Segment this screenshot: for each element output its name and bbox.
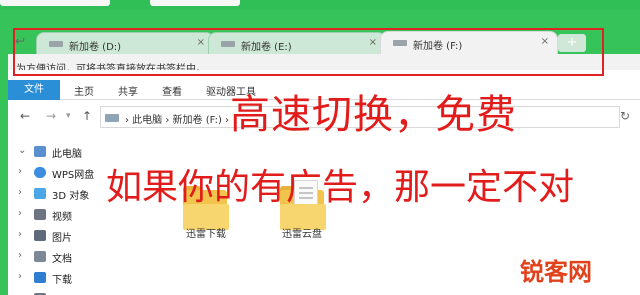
chevron-down-icon[interactable]: ⌄ [18, 145, 26, 156]
forward-button[interactable]: → [46, 109, 56, 123]
sidebar-item-pictures[interactable]: › 图片 [8, 226, 128, 246]
promo-subline: 如果你的有广告，那一定不对 [106, 167, 575, 208]
file-name[interactable]: 迅雷下载 [186, 225, 226, 240]
chevron-right-icon[interactable]: › [18, 229, 22, 240]
sidebar-item-label: 此电脑 [52, 149, 82, 160]
cloud-icon [34, 167, 46, 178]
screenshot-root: ↩ 新加卷 (D:) × 新加卷 (E:) × 新加卷 (F:) × + 为方便… [0, 0, 640, 295]
sidebar-item-label: 图片 [52, 233, 72, 244]
chevron-down-icon[interactable]: ▾ [66, 111, 71, 121]
strip-segment [0, 0, 110, 6]
address-path: › 此电脑 › 新加卷 (F:) › [125, 115, 230, 126]
computer-icon [34, 146, 46, 157]
video-icon [34, 209, 46, 220]
ribbon-tab-home[interactable]: 主页 [74, 83, 94, 98]
chevron-right-icon[interactable]: › [18, 187, 22, 198]
picture-icon [34, 230, 46, 241]
sidebar-item-music[interactable]: › 音乐 [8, 289, 128, 295]
up-button[interactable]: ↑ [82, 109, 92, 123]
strip-segment [150, 0, 240, 6]
sidebar-item-label: 文档 [52, 254, 72, 265]
chevron-right-icon[interactable]: › [18, 271, 22, 282]
back-button[interactable]: ← [20, 109, 30, 123]
highlight-box [13, 28, 604, 76]
sidebar-item-downloads[interactable]: › 下载 [8, 268, 128, 288]
promo-headline: 高速切换，免费 [230, 92, 517, 138]
sidebar-item-label: WPS网盘 [52, 170, 95, 181]
chevron-right-icon[interactable]: › [18, 166, 22, 177]
document-icon [34, 251, 46, 262]
computer-icon [105, 114, 119, 122]
chevron-right-icon[interactable]: › [18, 208, 22, 219]
sidebar-item-label: 视频 [52, 212, 72, 223]
ribbon-tab-share[interactable]: 共享 [118, 83, 138, 98]
watermark-logo: 锐客网 [520, 258, 592, 286]
refresh-button[interactable]: ↻ [620, 109, 630, 123]
sidebar-item-documents[interactable]: › 文档 [8, 247, 128, 267]
ribbon-tab-file[interactable]: 文件 [8, 80, 60, 100]
title-strip [0, 0, 640, 10]
chevron-right-icon[interactable]: › [18, 250, 22, 261]
cube-icon [34, 188, 46, 199]
ribbon-tab-view[interactable]: 查看 [162, 83, 182, 98]
file-name[interactable]: 迅雷云盘 [282, 225, 322, 240]
sidebar-item-label: 3D 对象 [52, 191, 90, 202]
download-icon [34, 272, 46, 283]
sidebar-item-label: 下载 [52, 275, 72, 286]
